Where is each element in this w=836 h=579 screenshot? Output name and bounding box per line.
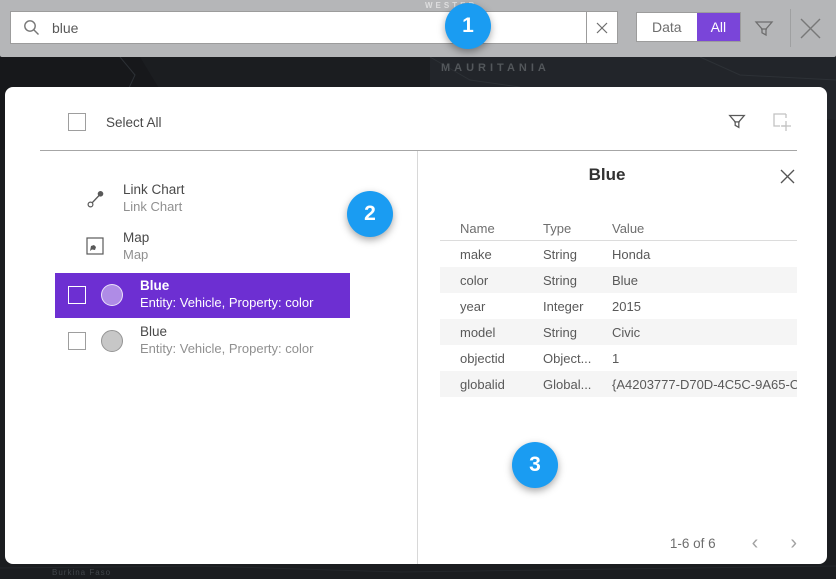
scope-segmented-control: Data All	[636, 12, 741, 42]
result-item-blue[interactable]: Blue Entity: Vehicle, Property: color	[55, 319, 350, 364]
close-search-icon[interactable]	[797, 15, 824, 42]
table-row: year Integer 2015	[440, 293, 797, 319]
link-chart-icon	[86, 189, 106, 209]
table-row: model String Civic	[440, 319, 797, 345]
map-icon	[86, 237, 104, 255]
cell-value: Civic	[612, 325, 797, 340]
table-row: make String Honda	[440, 241, 797, 267]
result-checkbox[interactable]	[68, 332, 86, 350]
callout-badge-2: 2	[347, 191, 393, 237]
search-results-panel: Select All Link Chart Link Chart Map	[5, 87, 827, 564]
result-item-blue-selected[interactable]: Blue Entity: Vehicle, Property: color	[55, 273, 350, 318]
filter-icon[interactable]	[753, 17, 775, 39]
search-input[interactable]	[40, 12, 586, 43]
attributes-table: Name Type Value make String Honda color …	[440, 216, 797, 397]
cell-name: objectid	[440, 351, 543, 366]
table-header-row: Name Type Value	[440, 216, 797, 240]
result-subtitle: Link Chart	[123, 198, 185, 215]
column-header-type: Type	[543, 221, 612, 236]
result-subtitle: Entity: Vehicle, Property: color	[140, 340, 313, 357]
pagination: 1-6 of 6 ‹ ›	[670, 530, 797, 556]
entity-circle-icon	[101, 330, 123, 352]
toolbar-divider	[790, 9, 791, 47]
table-row: globalid Global... {A4203777-D70D-4C5C-9…	[440, 371, 797, 397]
scope-all-button[interactable]: All	[697, 13, 741, 41]
cell-type: Integer	[543, 299, 612, 314]
cell-value: 1	[612, 351, 797, 366]
search-icon	[23, 19, 40, 36]
select-all-label: Select All	[106, 115, 162, 130]
result-item-map[interactable]: Map Map	[55, 226, 350, 271]
result-title: Blue	[140, 277, 313, 294]
cell-type: Object...	[543, 351, 612, 366]
cell-value: Blue	[612, 273, 797, 288]
results-filter-icon[interactable]	[727, 111, 747, 131]
cell-name: color	[440, 273, 543, 288]
map-label-mauritania: MAURITANIA	[441, 62, 550, 74]
detail-title: Blue	[417, 165, 797, 185]
map-label-burkina-faso: Burkina Faso	[52, 568, 111, 577]
table-row: color String Blue	[440, 267, 797, 293]
result-item-link-chart[interactable]: Link Chart Link Chart	[55, 178, 350, 223]
app-window: MAURITANIA Burkina Faso Data All WESTER …	[0, 0, 836, 579]
select-all-checkbox[interactable]	[68, 113, 86, 131]
chevron-right-icon[interactable]: ›	[790, 533, 797, 553]
result-title: Blue	[140, 323, 313, 340]
entity-circle-icon	[101, 284, 123, 306]
detail-close-icon[interactable]	[779, 168, 796, 185]
list-detail-divider	[417, 151, 418, 564]
chevron-left-icon[interactable]: ‹	[752, 533, 759, 553]
result-subtitle: Map	[123, 246, 149, 263]
search-box	[10, 11, 618, 44]
result-subtitle: Entity: Vehicle, Property: color	[140, 294, 313, 311]
result-title: Map	[123, 229, 149, 246]
pagination-label: 1-6 of 6	[670, 536, 716, 551]
column-header-name: Name	[440, 221, 543, 236]
cell-name: globalid	[440, 377, 543, 392]
column-header-value: Value	[612, 221, 797, 236]
cell-type: String	[543, 247, 612, 262]
callout-badge-3: 3	[512, 442, 558, 488]
cell-value: 2015	[612, 299, 797, 314]
cell-type: Global...	[543, 377, 612, 392]
cell-name: make	[440, 247, 543, 262]
cell-type: String	[543, 273, 612, 288]
cell-name: year	[440, 299, 543, 314]
result-title: Link Chart	[123, 181, 185, 198]
cell-type: String	[543, 325, 612, 340]
cell-value: {A4203777-D70D-4C5C-9A65-C...	[612, 377, 797, 392]
cell-value: Honda	[612, 247, 797, 262]
scope-data-button[interactable]: Data	[637, 13, 697, 41]
search-toolbar: Data All	[0, 0, 836, 57]
result-checkbox[interactable]	[68, 286, 86, 304]
cell-name: model	[440, 325, 543, 340]
header-divider	[40, 150, 797, 151]
table-row: objectid Object... 1	[440, 345, 797, 371]
callout-badge-1: 1	[445, 3, 491, 49]
add-to-selection-icon[interactable]	[772, 112, 793, 133]
clear-search-button[interactable]	[586, 12, 617, 43]
